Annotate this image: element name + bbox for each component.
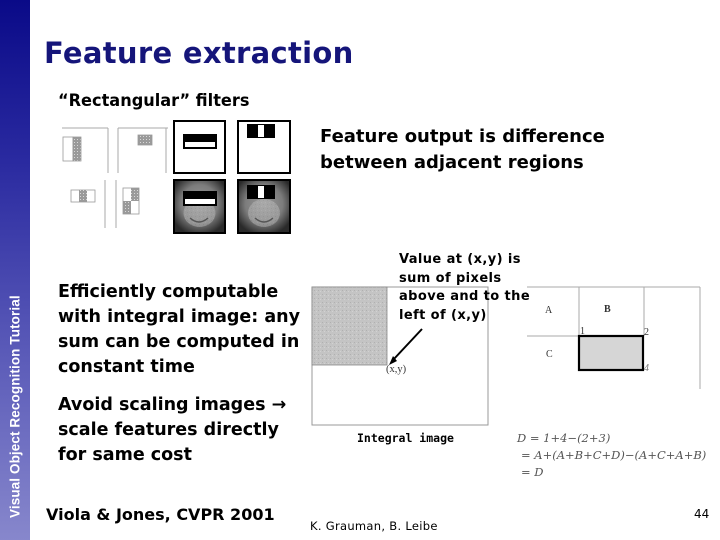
bullet-line: Efficiently computable — [58, 282, 279, 302]
corner-label-2: 2 — [644, 327, 649, 338]
filter-nose-vertical — [237, 120, 291, 174]
feature-output-line: Feature output is difference — [320, 126, 605, 147]
feature-output-line: between adjacent regions — [320, 152, 584, 173]
bullet-avoid-scaling: Avoid scaling images → scale features di… — [58, 393, 308, 468]
slide-title: Feature extraction — [44, 36, 354, 70]
formula-line: = D — [521, 465, 544, 479]
slide-subtitle: “Rectangular” filters — [58, 91, 250, 111]
integral-image-caption: Integral image — [357, 431, 454, 445]
filter-two-rect-vertical — [62, 127, 109, 173]
bullet-line: scale features directly — [58, 420, 279, 440]
bullet-line: Avoid scaling images → — [58, 395, 287, 415]
annotation-line: left of (x,y) — [399, 307, 487, 323]
filter-two-rect-horizontal — [117, 127, 168, 173]
point-label: (x,y) — [386, 364, 407, 375]
corner-label-4: 4 — [644, 363, 649, 374]
bullet-line: for same cost — [58, 445, 192, 465]
formula-line: D = 1+4−(2+3) — [517, 431, 611, 445]
author-credit: K. Grauman, B. Leibe — [310, 519, 438, 533]
face-with-eyes-filter — [173, 179, 226, 234]
corner-label-1: 1 — [580, 326, 585, 337]
integral-annotation: Value at (x,y) is sum of pixels above an… — [399, 251, 539, 325]
rectangle-sum-diagram: A B C 1 2 4 — [527, 286, 701, 389]
filter-four-rect — [115, 180, 140, 228]
filter-three-rect — [70, 180, 106, 228]
annotation-line: sum of pixels — [399, 270, 502, 286]
bullet-line: sum can be computed in — [58, 332, 300, 352]
citation: Viola & Jones, CVPR 2001 — [46, 505, 275, 524]
bullet-integral-image: Efficiently computable with integral ima… — [58, 280, 308, 380]
filter-eyes-horizontal — [173, 120, 226, 174]
region-label-b: B — [604, 304, 611, 315]
page-number: 44 — [694, 507, 710, 521]
rectangular-filters-figure — [62, 120, 291, 234]
region-d — [577, 334, 645, 372]
sidebar-banner: Visual Object Recognition Tutorial — [0, 0, 30, 540]
rect-sum-formula: D = 1+4−(2+3) = A+(A+B+C+D)−(A+C+A+B) = … — [517, 430, 720, 481]
sidebar-label: Visual Object Recognition Tutorial — [7, 295, 23, 518]
bullet-line: with integral image: any — [58, 307, 301, 327]
formula-line: = A+(A+B+C+D)−(A+C+A+B) — [521, 448, 707, 462]
annotation-line: Value at (x,y) is — [399, 252, 521, 267]
annotation-line: above and to the — [399, 289, 531, 304]
feature-output-text: Feature output is difference between adj… — [320, 124, 620, 176]
bullet-line: constant time — [58, 357, 195, 377]
face-with-nose-filter — [237, 179, 291, 234]
region-label-a: A — [545, 305, 553, 316]
region-label-c: C — [546, 349, 553, 360]
summed-region — [311, 286, 388, 366]
